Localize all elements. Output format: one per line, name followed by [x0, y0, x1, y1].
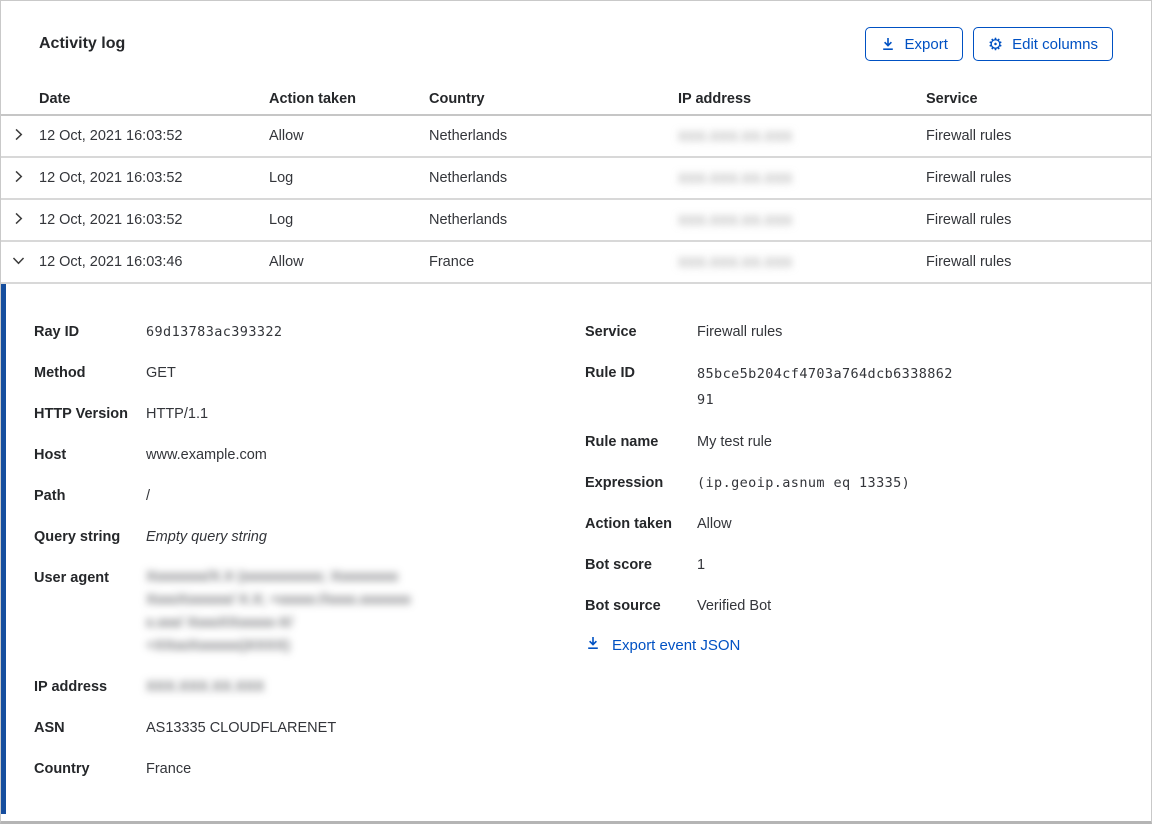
rule-id-value: 85bce5b204cf4703a764dcb633886291: [697, 366, 953, 408]
detail-field-action-taken: Action taken Allow: [585, 512, 1151, 536]
cell-date: 12 Oct, 2021 16:03:52: [39, 170, 183, 186]
panel-header: Activity log Export ⚙ Edit columns: [1, 1, 1151, 61]
cell-action-taken: Log: [269, 170, 294, 186]
chevron-right-icon: [11, 169, 26, 188]
ip-address-value-blurred: XXX.XXX.XX.XXX: [146, 679, 265, 695]
event-detail-right-column: Service Firewall rules Rule ID 85bce5b20…: [585, 320, 1151, 814]
method-value: GET: [146, 365, 176, 381]
download-icon: [585, 635, 601, 655]
cell-service: Firewall rules: [926, 212, 1012, 228]
detail-field-user-agent: User agent Xxxxxxxx/X.X (xxxxxxxxxxx; Xx…: [34, 566, 585, 658]
detail-field-ip-address: IP address XXX.XXX.XX.XXX: [34, 675, 585, 699]
page-title: Activity log: [39, 35, 126, 52]
bot-source-value: Verified Bot: [697, 598, 772, 614]
chevron-right-icon: [11, 211, 26, 230]
collapse-row-button[interactable]: [1, 253, 39, 272]
expression-value: (ip.geoip.asnum eq 13335): [697, 475, 911, 491]
detail-field-rule-name: Rule name My test rule: [585, 430, 1151, 454]
bot-score-value: 1: [697, 557, 706, 573]
detail-field-http-version: HTTP Version HTTP/1.1: [34, 402, 585, 426]
cell-service: Firewall rules: [926, 254, 1012, 270]
column-header-service: Service: [926, 90, 978, 107]
export-event-json-link[interactable]: Export event JSON: [585, 635, 1151, 655]
host-value: www.example.com: [146, 447, 267, 463]
detail-field-bot-score: Bot score 1: [585, 553, 1151, 577]
chevron-down-icon: [11, 253, 26, 272]
service-value: Firewall rules: [697, 324, 783, 340]
user-agent-value-blurred: Xxxxxxxx/X.X (xxxxxxxxxxx; Xxxxxxxxx Xxx…: [146, 569, 411, 654]
cell-ip-address-blurred: XXX.XXX.XX.XXX: [678, 128, 793, 144]
cell-date: 12 Oct, 2021 16:03:46: [39, 254, 183, 270]
edit-columns-button[interactable]: ⚙ Edit columns: [972, 27, 1113, 61]
table-row-expanded[interactable]: 12 Oct, 2021 16:03:46 Allow France XXX.X…: [1, 242, 1151, 284]
expand-row-button[interactable]: [1, 127, 39, 146]
cell-ip-address-blurred: XXX.XXX.XX.XXX: [678, 212, 793, 228]
ray-id-value: 69d13783ac393322: [146, 324, 283, 340]
detail-field-query-string: Query string Empty query string: [34, 525, 585, 549]
export-button[interactable]: Export: [864, 27, 963, 61]
action-taken-value: Allow: [697, 516, 732, 532]
event-detail-left-column: Ray ID 69d13783ac393322 Method GET HTTP …: [34, 320, 585, 814]
detail-field-bot-source: Bot source Verified Bot: [585, 594, 1151, 618]
detail-field-asn: ASN AS13335 CLOUDFLARENET: [34, 716, 585, 740]
edit-columns-label: Edit columns: [1012, 35, 1098, 53]
table-row[interactable]: 12 Oct, 2021 16:03:52 Allow Netherlands …: [1, 116, 1151, 158]
cell-date: 12 Oct, 2021 16:03:52: [39, 128, 183, 144]
column-header-date: Date: [39, 90, 71, 107]
rule-name-value: My test rule: [697, 434, 772, 450]
cell-action-taken: Allow: [269, 254, 304, 270]
activity-log-table: Date Action taken Country IP address Ser…: [1, 83, 1151, 284]
column-header-action-taken: Action taken: [269, 90, 357, 107]
column-header-country: Country: [429, 90, 485, 107]
chevron-right-icon: [11, 127, 26, 146]
detail-field-rule-id: Rule ID 85bce5b204cf4703a764dcb633886291: [585, 361, 1151, 413]
query-string-value: Empty query string: [146, 529, 267, 545]
detail-field-path: Path /: [34, 484, 585, 508]
cell-country: France: [429, 254, 475, 270]
cell-ip-address-blurred: XXX.XXX.XX.XXX: [678, 254, 793, 270]
cell-service: Firewall rules: [926, 170, 1012, 186]
detail-field-ray-id: Ray ID 69d13783ac393322: [34, 320, 585, 344]
cell-action-taken: Allow: [269, 128, 304, 144]
expand-row-button[interactable]: [1, 169, 39, 188]
cell-service: Firewall rules: [926, 128, 1012, 144]
gear-icon: ⚙: [987, 34, 1004, 54]
export-button-label: Export: [904, 35, 948, 53]
cell-country: Netherlands: [429, 128, 508, 144]
detail-field-country: Country France: [34, 757, 585, 781]
detail-field-expression: Expression (ip.geoip.asnum eq 13335): [585, 471, 1151, 495]
table-row[interactable]: 12 Oct, 2021 16:03:52 Log Netherlands XX…: [1, 200, 1151, 242]
asn-value: AS13335 CLOUDFLARENET: [146, 720, 337, 736]
download-icon: [880, 36, 896, 52]
cell-date: 12 Oct, 2021 16:03:52: [39, 212, 183, 228]
toolbar: Export ⚙ Edit columns: [864, 27, 1113, 61]
http-version-value: HTTP/1.1: [146, 406, 209, 422]
detail-field-method: Method GET: [34, 361, 585, 385]
path-value: /: [146, 488, 151, 504]
table-row[interactable]: 12 Oct, 2021 16:03:52 Log Netherlands XX…: [1, 158, 1151, 200]
cell-ip-address-blurred: XXX.XXX.XX.XXX: [678, 170, 793, 186]
table-header-row: Date Action taken Country IP address Ser…: [1, 83, 1151, 116]
cell-country: Netherlands: [429, 212, 508, 228]
expand-row-button[interactable]: [1, 211, 39, 230]
country-value: France: [146, 761, 192, 777]
detail-field-host: Host www.example.com: [34, 443, 585, 467]
export-event-json-label: Export event JSON: [612, 636, 741, 654]
cell-action-taken: Log: [269, 212, 294, 228]
cell-country: Netherlands: [429, 170, 508, 186]
column-header-ip-address: IP address: [678, 90, 752, 107]
activity-log-panel: Activity log Export ⚙ Edit columns Date …: [0, 0, 1152, 824]
detail-field-service: Service Firewall rules: [585, 320, 1151, 344]
event-detail-panel: Ray ID 69d13783ac393322 Method GET HTTP …: [1, 284, 1151, 814]
